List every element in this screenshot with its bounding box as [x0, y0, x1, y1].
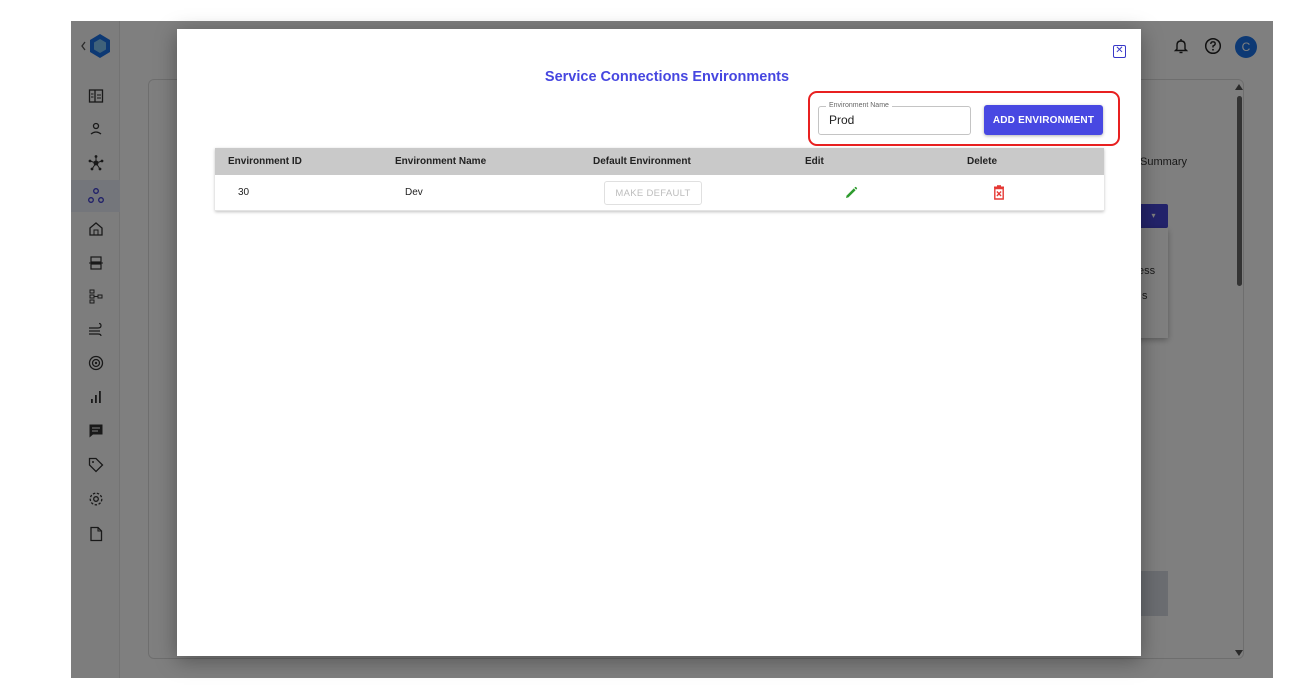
environment-id-cell: 30: [238, 187, 250, 198]
environment-name-cell: Dev: [405, 187, 423, 198]
table-row: 30 Dev MAKE DEFAULT: [215, 175, 1104, 211]
add-environment-button[interactable]: ADD ENVIRONMENT: [984, 105, 1103, 135]
column-header-delete: Delete: [967, 156, 998, 167]
column-header-environment-name[interactable]: Environment Name: [395, 148, 486, 175]
make-default-button[interactable]: MAKE DEFAULT: [604, 181, 702, 205]
trash-icon[interactable]: [993, 185, 1005, 200]
table-header: Environment ID Environment Name Default …: [215, 148, 1104, 175]
close-icon[interactable]: ✕: [1113, 45, 1126, 58]
environments-table: Environment ID Environment Name Default …: [215, 148, 1104, 211]
column-header-environment-id[interactable]: Environment ID: [228, 148, 302, 175]
pencil-icon[interactable]: [844, 186, 858, 200]
column-header-edit: Edit: [805, 156, 824, 167]
environment-name-field[interactable]: Environment Name: [818, 101, 971, 135]
service-connections-environments-dialog: ✕ Service Connections Environments Envir…: [177, 29, 1141, 656]
environment-name-input[interactable]: [829, 113, 964, 127]
dialog-title: Service Connections Environments: [544, 69, 790, 85]
column-header-default-environment[interactable]: Default Environment: [593, 148, 691, 175]
environment-name-label: Environment Name: [826, 101, 892, 111]
